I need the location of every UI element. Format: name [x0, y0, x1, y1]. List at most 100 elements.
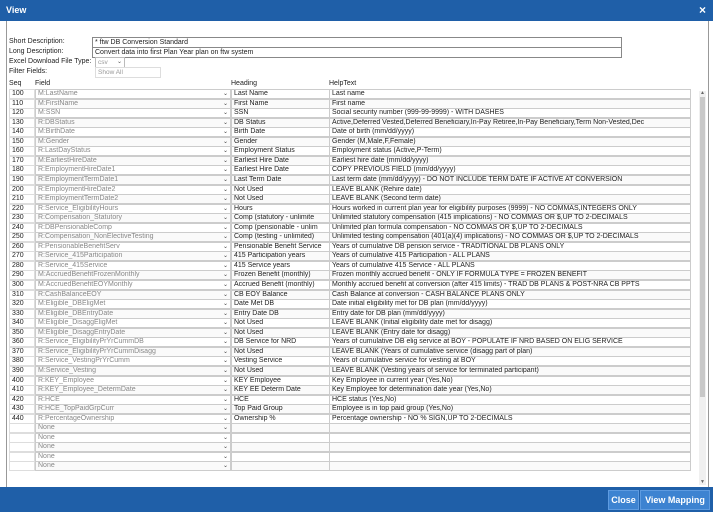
- field-select[interactable]: M:AccruedBenefitEOYMonthly ⌄: [35, 280, 231, 290]
- heading-input[interactable]: HCE: [231, 394, 330, 405]
- helptext-input[interactable]: Employee is in top paid group (Yes,No): [329, 404, 691, 415]
- long-description-input[interactable]: Convert data into first Plan Year plan o…: [92, 47, 622, 58]
- heading-input[interactable]: [231, 423, 330, 434]
- field-select[interactable]: M:Eligible_DisaggEligMet ⌄: [35, 318, 231, 329]
- heading-input[interactable]: Not Used: [231, 365, 330, 376]
- seq-input[interactable]: 420: [9, 394, 35, 405]
- field-select[interactable]: R:EmploymentTermDate2 ⌄: [35, 194, 231, 205]
- helptext-input[interactable]: Date of birth (mm/dd/yyyy): [329, 127, 691, 138]
- seq-input[interactable]: 350: [9, 327, 35, 338]
- helptext-input[interactable]: Years of cumulative 415 Service - ALL PL…: [329, 260, 691, 271]
- helptext-input[interactable]: Date initial eligibility met for DB plan…: [329, 299, 691, 310]
- heading-input[interactable]: Earliest Hire Date: [231, 165, 330, 176]
- field-select[interactable]: M:BirthDate ⌄: [35, 127, 231, 138]
- helptext-input[interactable]: Key Employee for determination date year…: [329, 385, 691, 396]
- helptext-input[interactable]: Percentage ownership - NO % SIGN,UP TO 2…: [329, 413, 691, 424]
- seq-input[interactable]: [9, 423, 35, 434]
- helptext-input[interactable]: Employment status (Active,P-Term): [329, 146, 691, 157]
- heading-input[interactable]: Entry Date DB: [231, 308, 330, 319]
- field-select[interactable]: R:DBStatus ⌄: [35, 117, 231, 128]
- heading-input[interactable]: Hours: [231, 203, 330, 214]
- field-select[interactable]: R:LastDayStatus ⌄: [35, 146, 231, 157]
- heading-input[interactable]: Not Used: [231, 318, 330, 329]
- helptext-input[interactable]: Earliest hire date (mm/dd/yyyy): [329, 155, 691, 166]
- seq-input[interactable]: 220: [9, 203, 35, 214]
- heading-input[interactable]: Frozen Benefit (monthly): [231, 270, 330, 281]
- seq-input[interactable]: 360: [9, 337, 35, 348]
- helptext-input[interactable]: COPY PREVIOUS FIELD (mm/dd/yyyy): [329, 165, 691, 176]
- seq-input[interactable]: 300: [9, 280, 35, 290]
- close-icon[interactable]: ×: [699, 3, 706, 17]
- heading-input[interactable]: Accrued Benefit (monthly): [231, 280, 330, 290]
- helptext-input[interactable]: Unlimited plan formula compensation - NO…: [329, 222, 691, 233]
- seq-input[interactable]: 290: [9, 270, 35, 281]
- helptext-input[interactable]: LEAVE BLANK (Initial eligibility date me…: [329, 318, 691, 329]
- scroll-down-icon[interactable]: ▼: [699, 480, 706, 485]
- field-select[interactable]: R:Service_EligibilityPrYrCummDisagg ⌄: [35, 346, 231, 357]
- seq-input[interactable]: 160: [9, 146, 35, 157]
- heading-input[interactable]: [231, 461, 330, 472]
- seq-input[interactable]: 100: [9, 89, 35, 99]
- seq-input[interactable]: 180: [9, 165, 35, 176]
- seq-input[interactable]: 440: [9, 413, 35, 424]
- scrollbar-thumb[interactable]: [700, 97, 705, 397]
- helptext-input[interactable]: Entry date for DB plan (mm/dd/yyyy): [329, 308, 691, 319]
- field-select[interactable]: R:HCE_TopPaidGrpCurr ⌄: [35, 404, 231, 415]
- helptext-input[interactable]: Key Employee in current year (Yes,No): [329, 375, 691, 386]
- heading-input[interactable]: Employment Status: [231, 146, 330, 157]
- vertical-scrollbar[interactable]: ▲ ▼: [699, 91, 706, 485]
- field-select[interactable]: M:Service_Vesting ⌄: [35, 365, 231, 376]
- heading-input[interactable]: CB EOY Balance: [231, 289, 330, 300]
- helptext-input[interactable]: Last name: [329, 89, 691, 99]
- helptext-input[interactable]: Social security number (999-99-9999) - W…: [329, 108, 691, 119]
- scroll-up-icon[interactable]: ▲: [699, 91, 706, 96]
- helptext-input[interactable]: LEAVE BLANK (Entry date for disagg): [329, 327, 691, 338]
- heading-input[interactable]: Pensionable Benefit Service: [231, 241, 330, 252]
- seq-input[interactable]: 230: [9, 213, 35, 224]
- seq-input[interactable]: [9, 451, 35, 462]
- heading-input[interactable]: Comp (testing - unlimited): [231, 232, 330, 243]
- field-select[interactable]: R:Compensation_Statutory ⌄: [35, 213, 231, 224]
- helptext-input[interactable]: [329, 461, 691, 472]
- seq-input[interactable]: 120: [9, 108, 35, 119]
- field-select[interactable]: None ⌄: [35, 461, 231, 472]
- heading-input[interactable]: SSN: [231, 108, 330, 119]
- helptext-input[interactable]: First name: [329, 98, 691, 109]
- heading-input[interactable]: Not Used: [231, 184, 330, 195]
- seq-input[interactable]: 190: [9, 174, 35, 185]
- helptext-input[interactable]: Years of cumulative DB elig service at B…: [329, 337, 691, 348]
- helptext-input[interactable]: Gender (M,Male,F,Female): [329, 136, 691, 147]
- helptext-input[interactable]: Frozen monthly accrued benefit - ONLY IF…: [329, 270, 691, 281]
- heading-input[interactable]: Birth Date: [231, 127, 330, 138]
- close-button[interactable]: Close: [608, 490, 639, 510]
- seq-input[interactable]: 260: [9, 241, 35, 252]
- seq-input[interactable]: 340: [9, 318, 35, 329]
- seq-input[interactable]: 330: [9, 308, 35, 319]
- field-select[interactable]: M:LastName ⌄: [35, 89, 231, 99]
- heading-input[interactable]: DB Service for NRD: [231, 337, 330, 348]
- field-select[interactable]: None ⌄: [35, 451, 231, 462]
- field-select[interactable]: R:CashBalanceEOY ⌄: [35, 289, 231, 300]
- field-select[interactable]: None ⌄: [35, 442, 231, 453]
- helptext-input[interactable]: Unlimited statutory compensation (415 im…: [329, 213, 691, 224]
- heading-input[interactable]: Last Name: [231, 89, 330, 99]
- heading-input[interactable]: Not Used: [231, 346, 330, 357]
- seq-input[interactable]: 400: [9, 375, 35, 386]
- field-select[interactable]: M:Eligible_DBEntryDate ⌄: [35, 308, 231, 319]
- seq-input[interactable]: 210: [9, 194, 35, 205]
- field-select[interactable]: R:Service_415Participation ⌄: [35, 251, 231, 262]
- seq-input[interactable]: [9, 432, 35, 443]
- field-select[interactable]: M:SSN ⌄: [35, 108, 231, 119]
- heading-input[interactable]: [231, 432, 330, 443]
- field-select[interactable]: None ⌄: [35, 432, 231, 443]
- seq-input[interactable]: 110: [9, 98, 35, 109]
- heading-input[interactable]: Top Paid Group: [231, 404, 330, 415]
- field-select[interactable]: R:Service_EligibilityPrYrCummDB ⌄: [35, 337, 231, 348]
- seq-input[interactable]: 200: [9, 184, 35, 195]
- helptext-input[interactable]: LEAVE BLANK (Vesting years of service fo…: [329, 365, 691, 376]
- heading-input[interactable]: Earliest Hire Date: [231, 155, 330, 166]
- field-select[interactable]: R:KEY_Employee ⌄: [35, 375, 231, 386]
- field-select[interactable]: R:Service_EligibilityHours ⌄: [35, 203, 231, 214]
- seq-input[interactable]: 130: [9, 117, 35, 128]
- heading-input[interactable]: Vesting Service: [231, 356, 330, 367]
